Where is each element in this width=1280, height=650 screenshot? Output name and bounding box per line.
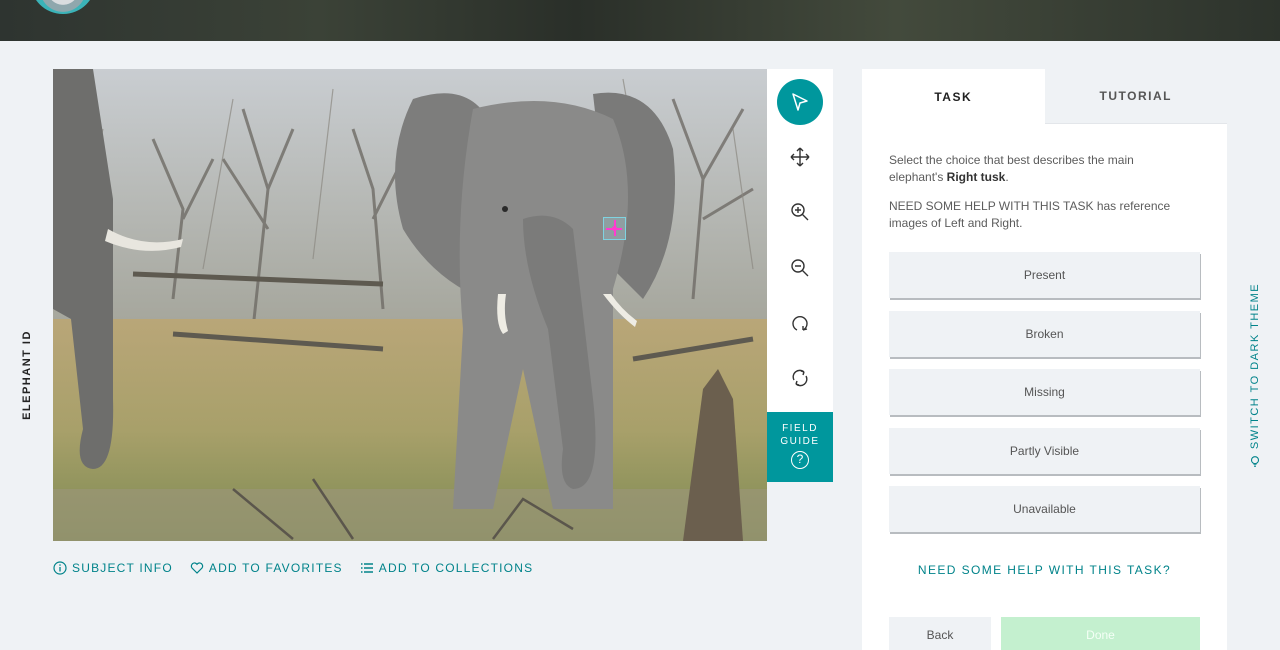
field-guide-button[interactable]: FIELD GUIDE ? xyxy=(767,412,833,482)
add-to-collections-button[interactable]: ADD TO COLLECTIONS xyxy=(360,561,534,575)
answer-partly-visible[interactable]: Partly Visible xyxy=(889,427,1200,474)
answer-unavailable[interactable]: Unavailable xyxy=(889,486,1200,532)
top-banner xyxy=(0,0,1280,41)
info-icon xyxy=(53,561,67,575)
tab-tutorial[interactable]: TUTORIAL xyxy=(1044,69,1227,124)
field-guide-label: FIELD GUIDE xyxy=(780,423,820,447)
answer-broken[interactable]: Broken xyxy=(889,310,1200,357)
zoom-in-icon xyxy=(791,203,809,221)
back-button[interactable]: Back xyxy=(889,617,991,650)
zoom-in-button[interactable] xyxy=(777,189,823,235)
list-icon xyxy=(360,563,373,573)
add-to-favorites-button[interactable]: ADD TO FAVORITES xyxy=(190,561,343,575)
subject-info-label: SUBJECT INFO xyxy=(72,561,173,575)
heart-icon xyxy=(190,562,204,574)
answer-list: Present Broken Missing Partly Visible Un… xyxy=(889,252,1200,545)
elephant-photo xyxy=(53,69,767,541)
dark-theme-toggle[interactable]: SWITCH TO DARK THEME xyxy=(1245,283,1265,467)
subject-meta-bar: SUBJECT INFO ADD TO FAVORITES ADD TO COL… xyxy=(53,561,533,575)
task-panel: TASK TUTORIAL Select the choice that bes… xyxy=(862,69,1227,650)
zoom-out-icon xyxy=(791,259,809,277)
image-toolbar: FIELD GUIDE ? xyxy=(767,69,833,482)
point-mark[interactable] xyxy=(603,217,626,240)
pointer-tool-button[interactable] xyxy=(777,79,823,125)
task-help-link[interactable]: NEED SOME HELP WITH THIS TASK? xyxy=(889,563,1200,577)
task-instruction-emphasis: Right tusk xyxy=(946,170,1006,184)
pointer-icon xyxy=(792,93,808,111)
project-avatar[interactable] xyxy=(30,0,96,14)
task-help-note: NEED SOME HELP WITH THIS TASK has refere… xyxy=(889,199,1171,230)
project-title: ELEPHANT ID xyxy=(20,330,34,420)
task-instruction-end: . xyxy=(1005,170,1009,184)
answer-missing[interactable]: Missing xyxy=(889,369,1200,415)
rotate-button[interactable] xyxy=(777,300,823,346)
task-instruction: Select the choice that best describes th… xyxy=(889,152,1189,186)
dark-theme-toggle-content: SWITCH TO DARK THEME xyxy=(1249,283,1261,467)
add-to-collections-label: ADD TO COLLECTIONS xyxy=(378,561,534,575)
move-icon xyxy=(790,147,810,167)
done-button: Done xyxy=(1001,617,1200,650)
zoom-out-button[interactable] xyxy=(777,245,823,291)
subject-image[interactable] xyxy=(53,69,767,541)
task-tabs: TASK TUTORIAL xyxy=(862,69,1227,124)
tab-task[interactable]: TASK xyxy=(862,69,1045,124)
add-to-favorites-label: ADD TO FAVORITES xyxy=(208,561,343,575)
move-tool-button[interactable] xyxy=(777,134,823,180)
answer-present[interactable]: Present xyxy=(889,252,1200,298)
project-title-text: ELEPHANT ID xyxy=(21,330,33,420)
subject-info-button[interactable]: SUBJECT INFO xyxy=(53,561,173,575)
reset-icon xyxy=(792,369,808,387)
help-circle-icon: ? xyxy=(791,451,809,469)
reset-button[interactable] xyxy=(777,355,823,401)
point-mark-dot xyxy=(611,225,617,231)
dark-theme-label: SWITCH TO DARK THEME xyxy=(1249,282,1261,450)
task-question: Select the choice that best describes th… xyxy=(889,152,1189,244)
rotate-icon xyxy=(792,315,808,331)
task-instruction-text: Select the choice that best describes th… xyxy=(889,153,1134,184)
lightbulb-icon xyxy=(1250,456,1260,467)
